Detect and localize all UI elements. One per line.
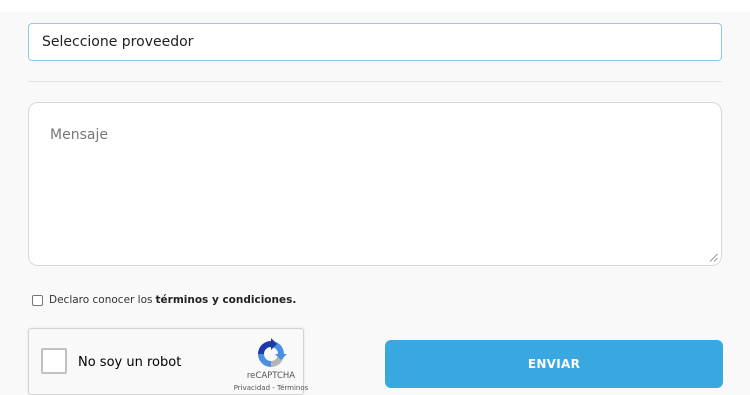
section-divider <box>28 81 722 82</box>
contact-form-page: Seleccione proveedor Mensaje Declaro con… <box>0 0 750 395</box>
recaptcha-brand: reCAPTCHA <box>246 371 296 381</box>
resize-handle-icon[interactable] <box>709 253 718 262</box>
message-textarea[interactable]: Mensaje <box>28 102 722 266</box>
robot-checkbox[interactable] <box>41 348 67 374</box>
recaptcha-legal-links[interactable]: Privacidad - Términos <box>211 384 331 392</box>
recaptcha-logo-icon <box>258 338 287 367</box>
recaptcha-widget: No soy un robot reCAPTCHA Privacidad - T… <box>28 328 308 395</box>
provider-select[interactable]: Seleccione proveedor <box>28 23 722 61</box>
terms-link[interactable]: términos y condiciones. <box>156 294 297 306</box>
terms-row: Declaro conocer los términos y condicion… <box>32 292 296 308</box>
terms-text: Declaro conocer los <box>49 294 153 306</box>
robot-label: No soy un robot <box>78 355 182 370</box>
terms-checkbox[interactable] <box>32 294 43 306</box>
send-button[interactable]: ENVIAR <box>385 340 723 388</box>
message-placeholder: Mensaje <box>50 127 108 143</box>
top-strip <box>0 0 750 12</box>
